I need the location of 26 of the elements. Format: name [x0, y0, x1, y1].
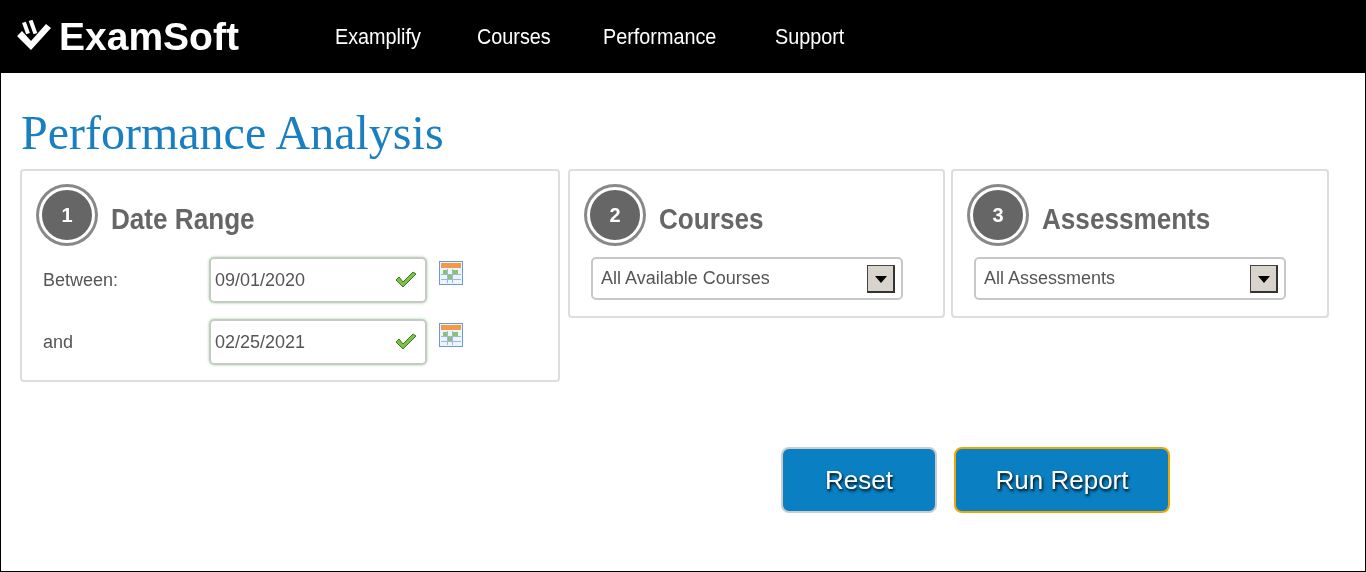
dropdown-arrow-icon: [1250, 264, 1278, 293]
step-number: 2: [587, 187, 643, 243]
panel-heading: Courses: [659, 201, 764, 236]
nav-link[interactable]: Examplify: [335, 20, 421, 54]
dropdown[interactable]: All Available Courses: [591, 257, 903, 300]
calendar-icon[interactable]: [439, 323, 463, 347]
panel-heading: Date Range: [111, 201, 255, 236]
panel-heading: Assessments: [1042, 201, 1211, 236]
date-field[interactable]: 09/01/2020: [209, 257, 427, 303]
step-number: 1: [39, 187, 95, 243]
nav-link[interactable]: Performance: [603, 20, 717, 54]
action-button[interactable]: Run Report: [954, 447, 1170, 513]
field-label: and: [43, 331, 75, 353]
step-number: 3: [970, 187, 1026, 243]
nav-link[interactable]: Courses: [477, 20, 552, 54]
check-icon: [395, 271, 417, 289]
action-button[interactable]: Reset: [781, 447, 937, 513]
dropdown[interactable]: All Assessments: [974, 257, 1286, 300]
field-label: Between:: [43, 269, 120, 291]
date-field[interactable]: 02/25/2021: [209, 319, 427, 365]
nav-link[interactable]: Support: [775, 20, 845, 54]
logo-text: ExamSoft: [59, 15, 239, 59]
dropdown-arrow-icon: [867, 264, 895, 293]
check-icon: [395, 333, 417, 351]
calendar-icon[interactable]: [439, 261, 463, 285]
page-title: Performance Analysis: [21, 107, 445, 159]
